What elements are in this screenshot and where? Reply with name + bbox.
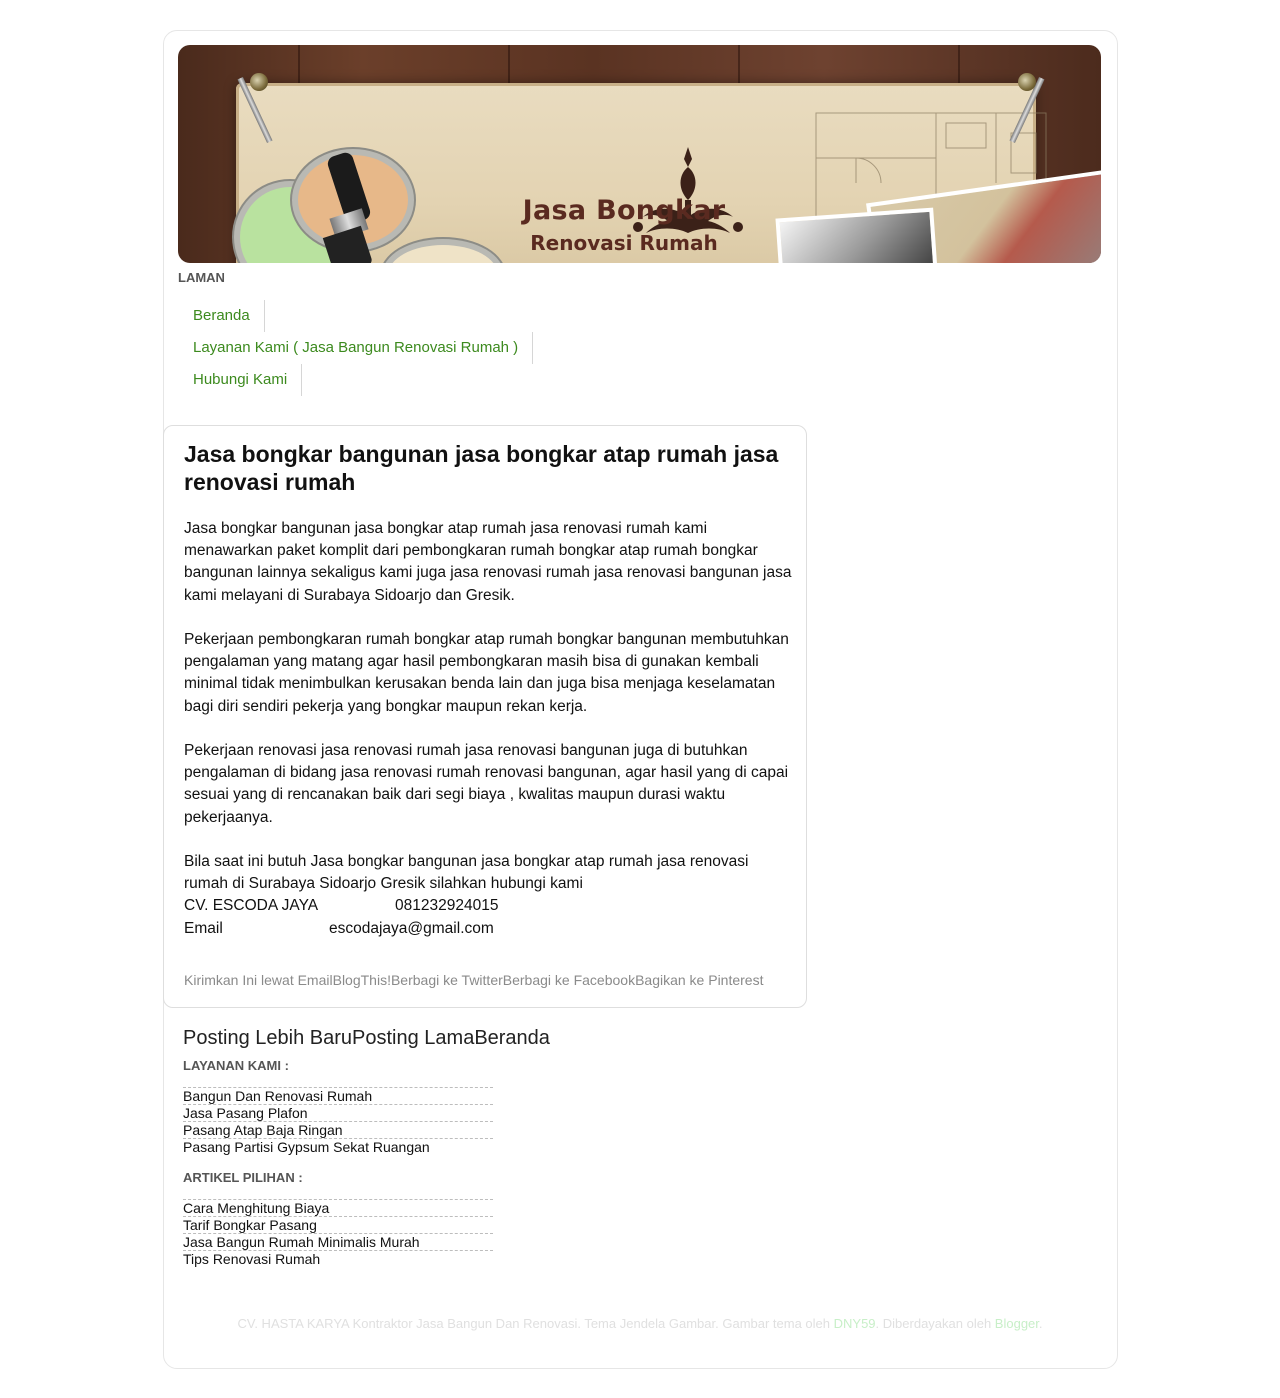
- list-item[interactable]: Tips Renovasi Rumah: [183, 1250, 493, 1267]
- nav-item-beranda[interactable]: Beranda: [178, 300, 265, 332]
- sink-photo: [775, 207, 939, 263]
- list-item[interactable]: Jasa Bangun Rumah Minimalis Murah: [183, 1233, 493, 1250]
- share-email-button[interactable]: Kirimkan Ini lewat Email: [184, 972, 333, 988]
- footer-blogger-link[interactable]: Blogger: [995, 1316, 1039, 1331]
- post-navigation: Posting Lebih BaruPosting LamaBeranda: [183, 1027, 550, 1050]
- blogthis-button[interactable]: BlogThis!: [333, 972, 391, 988]
- contact-email-row: Email escodajaya@gmail.com: [184, 918, 794, 940]
- footer-end: .: [1038, 1316, 1043, 1331]
- share-twitter-button[interactable]: Berbagi ke Twitter: [391, 972, 503, 988]
- list-item[interactable]: Jasa Pasang Plafon: [183, 1104, 493, 1121]
- post-title[interactable]: Jasa bongkar bangunan jasa bongkar atap …: [184, 440, 794, 496]
- footer-text: CV. HASTA KARYA Kontraktor Jasa Bangun D…: [237, 1316, 834, 1331]
- post-card: Jasa bongkar bangunan jasa bongkar atap …: [163, 425, 807, 1008]
- contact-company-row: CV. ESCODA JAYA 081232924015: [184, 895, 794, 917]
- home-link[interactable]: Beranda: [474, 1027, 550, 1049]
- older-post-link[interactable]: Posting Lama: [352, 1027, 474, 1049]
- artikel-widget-title: ARTIKEL PILIHAN :: [183, 1170, 303, 1185]
- company-name: CV. ESCODA JAYA: [184, 897, 319, 915]
- company-phone: 081232924015: [395, 897, 499, 915]
- list-item[interactable]: Pasang Partisi Gypsum Sekat Ruangan: [183, 1138, 493, 1155]
- footer: CV. HASTA KARYA Kontraktor Jasa Bangun D…: [0, 1316, 1280, 1331]
- pin-icon: [250, 73, 268, 91]
- artikel-list: Cara Menghitung Biaya Tarif Bongkar Pasa…: [183, 1199, 493, 1267]
- pages-heading: LAMAN: [178, 270, 225, 285]
- list-item[interactable]: Cara Menghitung Biaya: [183, 1199, 493, 1216]
- nav-item-hubungi[interactable]: Hubungi Kami: [178, 364, 303, 396]
- share-facebook-button[interactable]: Berbagi ke Facebook: [503, 972, 635, 988]
- share-pinterest-button[interactable]: Bagikan ke Pinterest: [635, 972, 763, 988]
- post-body: Jasa bongkar bangunan jasa bongkar atap …: [184, 518, 794, 940]
- post-paragraph: Pekerjaan pembongkaran rumah bongkar ata…: [184, 631, 789, 715]
- post-paragraph: Jasa bongkar bangunan jasa bongkar atap …: [184, 520, 792, 604]
- footer-author-link[interactable]: DNY59: [834, 1316, 876, 1331]
- header-banner[interactable]: Jasa Bongkar Renovasi Rumah: [178, 45, 1101, 263]
- list-item[interactable]: Tarif Bongkar Pasang: [183, 1216, 493, 1233]
- list-item[interactable]: Bangun Dan Renovasi Rumah: [183, 1087, 493, 1104]
- share-buttons: Kirimkan Ini lewat EmailBlogThis!Berbagi…: [184, 972, 763, 988]
- layanan-widget-title: LAYANAN KAMI :: [183, 1058, 289, 1073]
- post-paragraph: Bila saat ini butuh Jasa bongkar banguna…: [184, 853, 749, 893]
- company-email: escodajaya@gmail.com: [329, 919, 494, 937]
- logo-subtitle: Renovasi Rumah: [530, 231, 718, 255]
- post-paragraph: Pekerjaan renovasi jasa renovasi rumah j…: [184, 742, 789, 826]
- pin-icon: [1018, 73, 1036, 91]
- email-label: Email: [184, 919, 223, 937]
- layanan-list: Bangun Dan Renovasi Rumah Jasa Pasang Pl…: [183, 1087, 493, 1155]
- footer-powered-text: . Diberdayakan oleh: [875, 1316, 995, 1331]
- nav-item-layanan[interactable]: Layanan Kami ( Jasa Bangun Renovasi Ruma…: [178, 332, 534, 364]
- newer-post-link[interactable]: Posting Lebih Baru: [183, 1027, 352, 1049]
- logo-title: Jasa Bongkar: [522, 195, 726, 226]
- list-item[interactable]: Pasang Atap Baja Ringan: [183, 1121, 493, 1138]
